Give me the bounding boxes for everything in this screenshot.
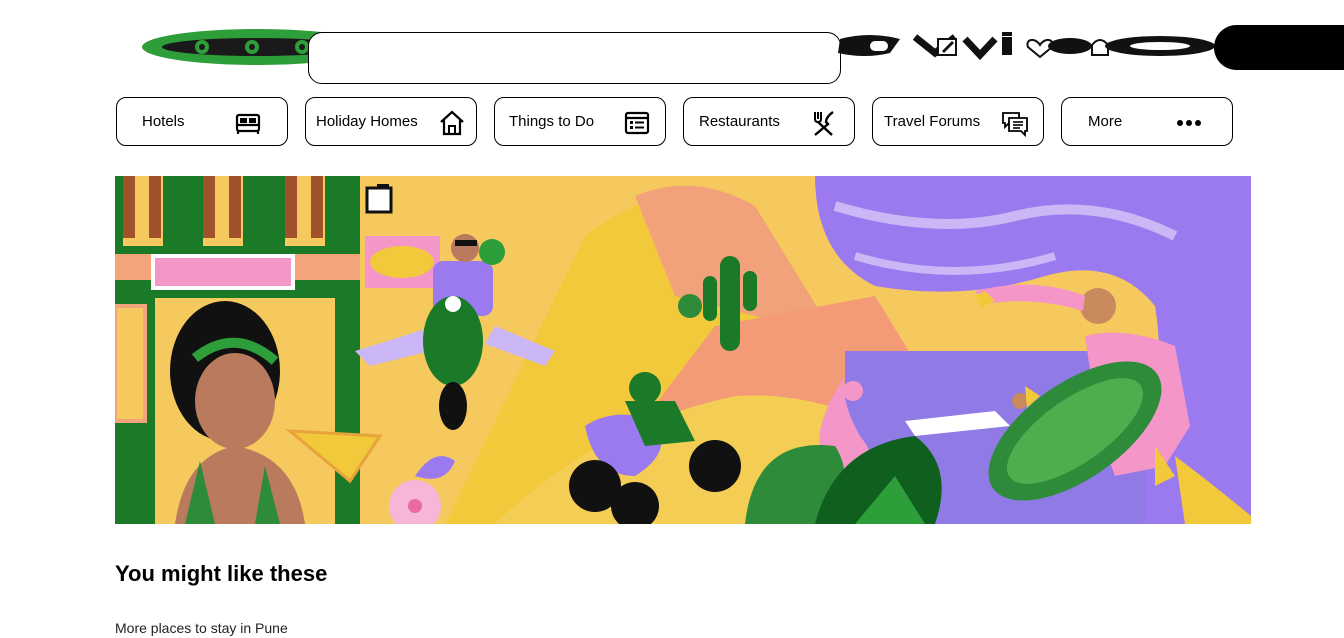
bell-icon <box>1091 39 1109 56</box>
site-header <box>0 0 1344 90</box>
wordmark-logo <box>838 32 1215 61</box>
nav-things-to-do[interactable]: Things to Do <box>494 97 666 146</box>
bed-icon <box>235 113 261 134</box>
section-title: You might like these <box>115 561 328 586</box>
nav-hotels[interactable]: Hotels <box>116 97 288 146</box>
nav-things-to-do-label: Things to Do <box>509 113 595 130</box>
heart-icon <box>1026 39 1054 59</box>
page: Hotels Holiday Homes Things to Do Restau… <box>0 0 1344 638</box>
ticket-list-icon <box>624 111 650 135</box>
nav-more-label: More <box>1088 113 1123 130</box>
search-input[interactable] <box>309 33 840 83</box>
nav-restaurants-label: Restaurants <box>699 113 780 130</box>
nav-hotels-label: Hotels <box>142 113 185 130</box>
search-field[interactable] <box>308 32 841 84</box>
house-icon <box>440 110 464 136</box>
travel-illustration <box>115 176 1251 524</box>
nav-restaurants[interactable]: Restaurants <box>683 97 855 146</box>
edit-icon <box>937 38 957 56</box>
hero-banner <box>115 176 1251 524</box>
section-subtitle: More places to stay in Pune <box>115 620 288 636</box>
nav-holiday-homes-label: Holiday Homes <box>316 113 418 130</box>
nav-travel-forums-label: Travel Forums <box>884 113 981 130</box>
more-dots-icon <box>1177 120 1201 126</box>
nav-holiday-homes[interactable]: Holiday Homes <box>305 97 477 146</box>
chat-bubbles-icon <box>1002 112 1028 137</box>
fork-knife-icon <box>814 111 834 136</box>
nav-more[interactable]: More <box>1061 97 1233 146</box>
nav-travel-forums[interactable]: Travel Forums <box>872 97 1044 146</box>
sign-in-button[interactable] <box>1214 25 1344 70</box>
